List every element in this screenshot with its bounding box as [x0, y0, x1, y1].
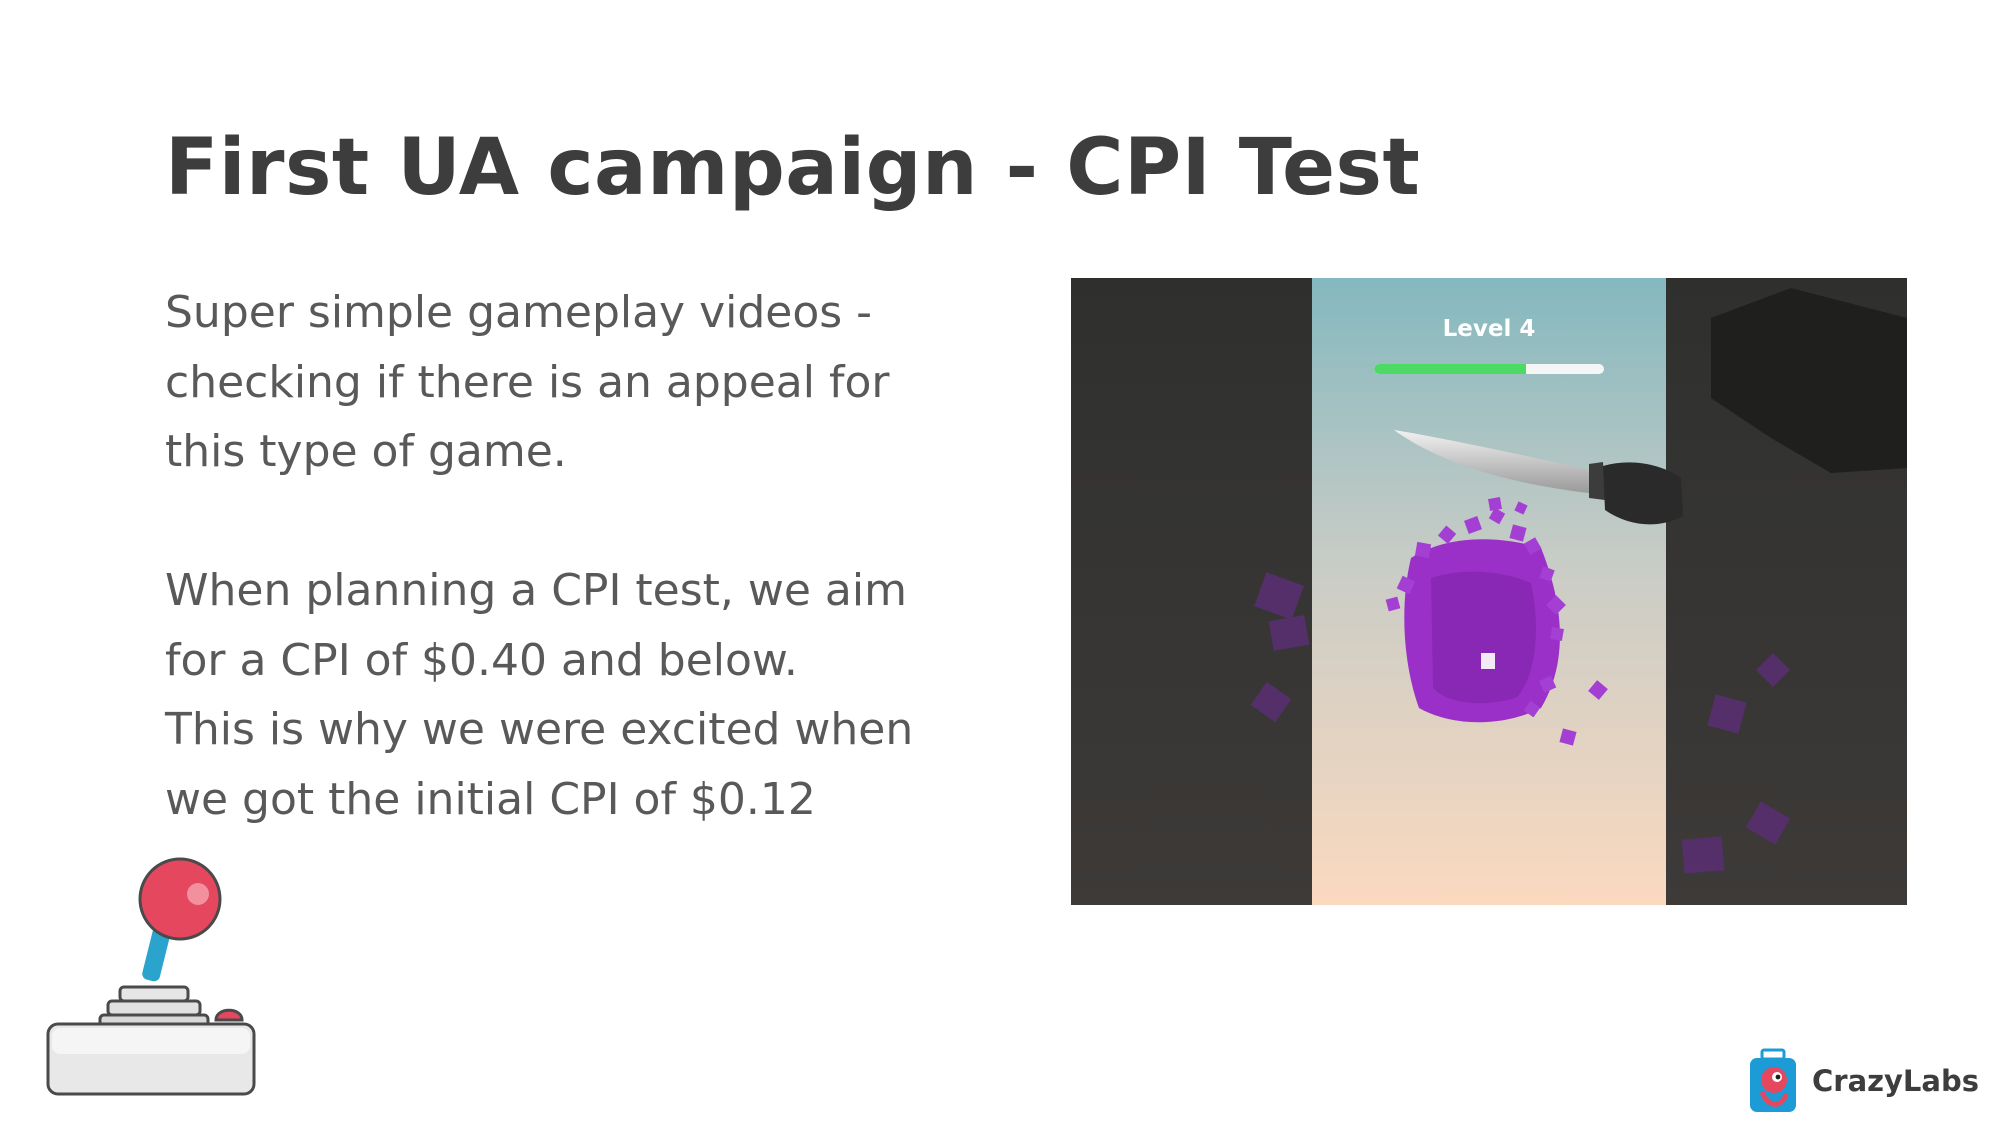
joystick-icon: [44, 852, 264, 1101]
slide-body: Super simple gameplay videos - checking …: [165, 278, 1005, 834]
level-label: Level 4: [1442, 316, 1536, 342]
body-line: When planning a CPI test, we aim: [165, 565, 907, 616]
body-line: for a CPI of $0.40 and below.: [165, 634, 798, 686]
crazylabs-logo: CrazyLabs: [1748, 1048, 1979, 1114]
body-line: we got the initial CPI of $0.12: [165, 773, 816, 825]
slide-title: First UA campaign - CPI Test: [165, 123, 1421, 213]
level-progress-fill: [1374, 364, 1526, 374]
body-line: Super simple gameplay videos -: [165, 287, 873, 338]
body-line: this type of game.: [165, 426, 567, 477]
body-line: checking if there is an appeal for: [165, 356, 890, 408]
crazylabs-logo-icon: [1750, 1048, 1796, 1112]
logo-wordmark: CrazyLabs: [1812, 1064, 1980, 1098]
body-line: This is why we were excited when: [165, 704, 914, 755]
level-progress-bar: [1374, 364, 1604, 374]
